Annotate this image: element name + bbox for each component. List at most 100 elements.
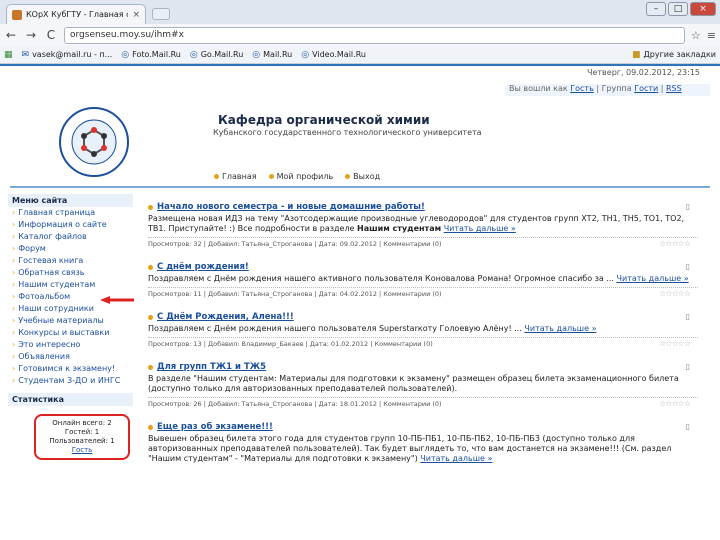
mail-icon: ✉ bbox=[21, 49, 30, 60]
nav-logout-label: Выход bbox=[353, 172, 381, 181]
post-meta: Просмотров: 11 | Добавил: Татьяна_Строга… bbox=[148, 287, 698, 298]
sidebar-item-label: Фотоальбом bbox=[18, 292, 71, 301]
sidebar-item-label: Готовимся к экзамену! bbox=[18, 364, 116, 373]
web-page: Четверг, 09.02.2012, 23:15 Вы вошли как … bbox=[0, 64, 720, 540]
new-tab-button[interactable] bbox=[152, 8, 170, 20]
bookmark-4[interactable]: ◎ Video.Mail.Ru bbox=[301, 50, 366, 60]
bookmark-1[interactable]: ◎ Foto.Mail.Ru bbox=[121, 50, 181, 60]
sidebar-item-label: Обратная связь bbox=[18, 268, 85, 277]
sidebar-item-label: Студентам З-ДО и ИНГС bbox=[18, 376, 121, 385]
bookmark-0[interactable]: ✉ vasek@mail.ru - п... bbox=[22, 50, 113, 60]
sidebar-item-6[interactable]: › Нашим студентам bbox=[8, 279, 133, 291]
bookmark-label: vasek@mail.ru - п... bbox=[32, 50, 113, 59]
nav-profile[interactable]: Мой профиль bbox=[268, 172, 333, 181]
post-bold-link[interactable]: Нашим студентам bbox=[357, 224, 441, 233]
post-title[interactable]: С днём рождения! bbox=[148, 262, 698, 272]
read-more-link[interactable]: Читать дальше » bbox=[524, 324, 596, 333]
sidebar-item-12[interactable]: › Объявления bbox=[8, 351, 133, 363]
news-post: Еще раз об экзамене!!! Вывешен образец би… bbox=[148, 422, 698, 464]
nav-home-label: Главная bbox=[222, 172, 257, 181]
sidebar-item-label: Объявления bbox=[18, 352, 70, 361]
post-meta: Просмотров: 26 | Добавил: Татьяна_Строга… bbox=[148, 397, 698, 408]
sidebar-item-2[interactable]: › Каталог файлов bbox=[8, 231, 133, 243]
bullet-icon bbox=[148, 264, 153, 270]
stats-title: Статистика bbox=[8, 393, 133, 406]
browser-toolbar: ← → C orgsenseu.moy.su/ihm#x ☆ ≡ bbox=[0, 24, 720, 46]
globe-icon: ◎ bbox=[301, 49, 310, 60]
nav-home[interactable]: Главная bbox=[214, 172, 257, 181]
sidebar-item-label: Наши сотрудники bbox=[18, 304, 94, 313]
sidebar-item-5[interactable]: › Обратная связь bbox=[8, 267, 133, 279]
address-bar[interactable]: orgsenseu.moy.su/ihm#x bbox=[64, 26, 685, 44]
browser-tab[interactable]: КОрХ КубГТУ - Главная ст × bbox=[6, 4, 146, 24]
reload-button[interactable]: C bbox=[44, 28, 58, 42]
chevron-right-icon: › bbox=[12, 280, 16, 289]
post-text: Поздравляем с Днём рождения нашего актив… bbox=[148, 274, 614, 283]
sidebar-item-14[interactable]: › Студентам З-ДО и ИНГС bbox=[8, 375, 133, 387]
stats-guest-link[interactable]: Гость bbox=[40, 446, 124, 455]
sidebar-item-10[interactable]: › Конкурсы и выставки bbox=[8, 327, 133, 339]
rating-stars[interactable]: ☆☆☆☆☆ bbox=[659, 339, 691, 348]
chevron-right-icon: › bbox=[12, 352, 16, 361]
sidebar-item-8[interactable]: › Наши сотрудники bbox=[8, 303, 133, 315]
maximize-button[interactable]: □ bbox=[668, 2, 688, 16]
rating-stars[interactable]: ☆☆☆☆☆ bbox=[659, 289, 691, 298]
stats-users: Пользователей: 1 bbox=[49, 437, 115, 445]
close-window-button[interactable]: × bbox=[690, 2, 716, 16]
read-more-link[interactable]: Читать дальше » bbox=[444, 224, 516, 233]
url-text: orgsenseu.moy.su/ihm#x bbox=[70, 30, 184, 40]
bookmark-2[interactable]: ◎ Go.Mail.Ru bbox=[190, 50, 243, 60]
back-button[interactable]: ← bbox=[4, 28, 18, 42]
sidebar-item-label: Каталог файлов bbox=[18, 232, 87, 241]
user-name-link[interactable]: Гость bbox=[570, 84, 594, 93]
sidebar-item-13[interactable]: › Готовимся к экзамену! bbox=[8, 363, 133, 375]
pin-icon: ▯ bbox=[685, 422, 690, 431]
sidebar-item-3[interactable]: › Форум bbox=[8, 243, 133, 255]
group-name-link[interactable]: Гости bbox=[634, 84, 658, 93]
pin-icon: ▯ bbox=[685, 202, 690, 211]
sidebar-item-11[interactable]: › Это интересно bbox=[8, 339, 133, 351]
post-title-text: С днём рождения! bbox=[157, 262, 249, 272]
globe-icon: ◎ bbox=[189, 49, 198, 60]
menu-wrench-icon[interactable]: ≡ bbox=[707, 29, 716, 42]
post-title[interactable]: Еще раз об экзамене!!! bbox=[148, 422, 698, 432]
other-bookmarks[interactable]: ■ Другие закладки bbox=[632, 50, 716, 60]
red-arrow-icon bbox=[100, 296, 134, 304]
post-body: Размещена новая ИДЗ на тему "Азотсодержа… bbox=[148, 214, 698, 234]
post-title[interactable]: Для групп ТЖ1 и ТЖ5 bbox=[148, 362, 698, 372]
post-body: В разделе "Нашим студентам: Материалы дл… bbox=[148, 374, 698, 394]
sidebar-item-4[interactable]: › Гостевая книга bbox=[8, 255, 133, 267]
tab-close-icon[interactable]: × bbox=[132, 10, 140, 20]
bookmark-label: Mail.Ru bbox=[263, 50, 293, 59]
menu-title: Меню сайта bbox=[8, 194, 133, 207]
site-subtitle: Кубанского государственного технологичес… bbox=[213, 128, 482, 137]
post-body: Поздравляем с Днём рождения нашего актив… bbox=[148, 274, 698, 284]
bullet-icon bbox=[268, 174, 274, 179]
date-time: Четверг, 09.02.2012, 23:15 bbox=[586, 68, 700, 77]
sidebar-item-0[interactable]: › Главная страница bbox=[8, 207, 133, 219]
rss-link[interactable]: RSS bbox=[666, 84, 682, 93]
rating-stars[interactable]: ☆☆☆☆☆ bbox=[659, 239, 691, 248]
bullet-icon bbox=[148, 364, 153, 370]
stats-online: Онлайн всего: 2 bbox=[52, 419, 112, 427]
bookmark-star-icon[interactable]: ☆ bbox=[691, 29, 701, 42]
bookmark-3[interactable]: ◎ Mail.Ru bbox=[252, 50, 292, 60]
sidebar-item-label: Главная страница bbox=[18, 208, 96, 217]
other-bookmarks-label: Другие закладки bbox=[643, 50, 717, 59]
read-more-link[interactable]: Читать дальше » bbox=[617, 274, 689, 283]
rating-stars[interactable]: ☆☆☆☆☆ bbox=[659, 399, 691, 408]
post-title[interactable]: С Днём Рождения, Алена!!! bbox=[148, 312, 698, 322]
apps-grid-icon[interactable]: ▦ bbox=[4, 50, 13, 60]
minimize-button[interactable]: – bbox=[646, 2, 666, 16]
sidebar-item-label: Гостевая книга bbox=[18, 256, 84, 265]
sidebar-item-9[interactable]: › Учебные материалы bbox=[8, 315, 133, 327]
bullet-icon bbox=[214, 174, 219, 179]
nav-logout[interactable]: Выход bbox=[345, 172, 380, 181]
post-title[interactable]: Начало нового семестра - и новые домашни… bbox=[148, 202, 698, 212]
read-more-link[interactable]: Читать дальше » bbox=[420, 454, 492, 463]
sidebar-item-1[interactable]: › Информация о сайте bbox=[8, 219, 133, 231]
post-body: Вывешен образец билета этого года для ст… bbox=[148, 434, 698, 464]
forward-button[interactable]: → bbox=[24, 28, 38, 42]
chevron-right-icon: › bbox=[12, 220, 16, 229]
bullet-icon bbox=[148, 314, 153, 320]
